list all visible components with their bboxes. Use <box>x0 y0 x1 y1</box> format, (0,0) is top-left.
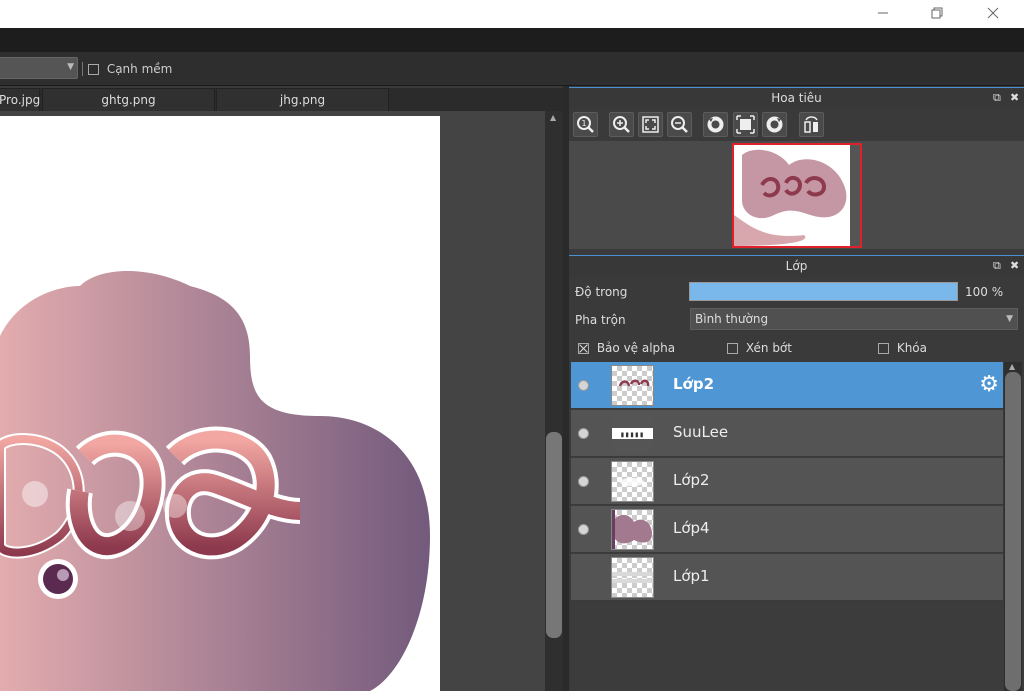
layers-title: Lớp <box>785 259 808 273</box>
scroll-up-icon[interactable]: ▲ <box>1009 362 1015 371</box>
antialias-checkbox-box[interactable] <box>88 64 99 75</box>
artwork <box>0 271 430 691</box>
opacity-slider[interactable] <box>689 282 958 301</box>
flip-icon[interactable] <box>799 112 824 137</box>
layer-name: Lớp4 <box>673 519 710 537</box>
layer-thumbnail <box>611 365 654 406</box>
panel-close-icon[interactable]: ✖ <box>1010 88 1019 108</box>
layer-thumbnail: ▮▮▮▮▮ <box>611 413 654 454</box>
title-bar <box>0 0 1024 28</box>
chevron-down-icon: ▼ <box>67 62 74 72</box>
layer-list-scroll-thumb[interactable] <box>1005 372 1021 691</box>
protect-alpha-box[interactable] <box>578 343 589 354</box>
layer-thumbnail <box>611 461 654 502</box>
antialias-checkbox[interactable]: Cạnh mềm <box>88 62 172 76</box>
clipping-label: Xén bớt <box>745 341 792 355</box>
blend-mode-label: Pha trộn <box>575 313 626 327</box>
zoom-actual-icon[interactable]: 1 <box>573 112 598 137</box>
layer-row[interactable]: Lớp2 ⚙ <box>571 362 1003 409</box>
blend-mode-select[interactable]: Bình thường ▼ <box>690 308 1018 330</box>
blend-mode-value: Bình thường <box>695 312 769 326</box>
layer-row[interactable]: ▮▮▮▮▮ SuuLee <box>571 410 1003 457</box>
protect-alpha-label: Bảo vệ alpha <box>596 341 676 355</box>
svg-text:1: 1 <box>581 119 586 128</box>
navigator-header: Hoa tiêu ⧉ ✖ <box>569 87 1024 109</box>
tab-label: ghtg.png <box>101 93 156 107</box>
zoom-in-icon[interactable] <box>609 112 634 137</box>
svg-text:▮▮▮▮▮: ▮▮▮▮▮ <box>620 430 644 439</box>
visibility-eye-icon[interactable] <box>578 524 589 535</box>
layer-thumbnail <box>611 509 654 550</box>
clipping-box[interactable] <box>727 343 738 354</box>
zoom-out-icon[interactable] <box>667 112 692 137</box>
navigator-thumbnail <box>734 145 860 246</box>
restore-icon[interactable] <box>914 0 960 28</box>
canvas-area[interactable] <box>0 111 545 691</box>
navigator-toolbar: 1 <box>569 109 1024 141</box>
tab-label: Pro.jpg <box>0 93 41 107</box>
layer-thumbnail <box>611 557 654 598</box>
canvas-paper[interactable] <box>0 116 440 691</box>
gear-icon[interactable]: ⚙ <box>979 373 999 397</box>
fit-screen-icon[interactable] <box>733 112 758 137</box>
document-tabs: Pro.jpg ghtg.png jhg.png <box>0 88 568 111</box>
layer-name: Lớp2 <box>673 471 710 489</box>
undock-icon[interactable]: ⧉ <box>993 256 1001 276</box>
layer-row[interactable]: Lớp4 <box>571 506 1003 553</box>
scroll-up-icon[interactable]: ▲ <box>550 113 556 122</box>
lock-label: Khóa <box>896 341 927 355</box>
layer-name: Lớp1 <box>673 567 710 585</box>
layers-header: Lớp ⧉ ✖ <box>569 255 1024 277</box>
tab-document-2[interactable]: ghtg.png <box>42 88 215 111</box>
lock-checkbox[interactable]: Khóa <box>878 341 927 355</box>
brush-mode-select[interactable]: ▼ <box>0 57 78 79</box>
tab-document-1[interactable]: Pro.jpg <box>0 88 40 111</box>
opacity-label: Độ trong <box>575 285 628 299</box>
clipping-checkbox[interactable]: Xén bớt <box>727 341 792 355</box>
toolbar-divider <box>82 62 83 76</box>
visibility-eye-icon[interactable] <box>578 476 589 487</box>
layer-row[interactable]: Lớp1 <box>571 554 1003 601</box>
tab-label: jhg.png <box>279 93 326 107</box>
panel-close-icon[interactable]: ✖ <box>1010 256 1019 276</box>
opacity-value: 100 % <box>965 285 1004 299</box>
layer-list: Lớp2 ⚙ ▮▮▮▮▮ SuuLee Lớp2 Lớp4 Lớp1 <box>571 362 1003 691</box>
tab-document-3[interactable]: jhg.png <box>216 88 389 111</box>
canvas-scroll-thumb[interactable] <box>546 432 562 638</box>
fit-window-icon[interactable] <box>638 112 663 137</box>
layer-name: SuuLee <box>673 423 729 441</box>
close-icon[interactable] <box>970 0 1016 28</box>
menu-bar <box>0 28 1024 52</box>
rotate-left-icon[interactable] <box>703 112 728 137</box>
undock-icon[interactable]: ⧉ <box>993 88 1001 108</box>
rotate-right-icon[interactable] <box>762 112 787 137</box>
layer-row[interactable]: Lớp2 <box>571 458 1003 505</box>
layer-name: Lớp2 <box>673 375 715 393</box>
visibility-eye-icon[interactable] <box>578 428 589 439</box>
navigator-view-rectangle[interactable] <box>732 143 862 248</box>
chevron-down-icon: ▼ <box>1006 314 1013 324</box>
antialias-label: Cạnh mềm <box>106 62 173 76</box>
navigator-title: Hoa tiêu <box>771 91 822 105</box>
minimize-icon[interactable] <box>860 0 906 28</box>
protect-alpha-checkbox[interactable]: Bảo vệ alpha <box>578 341 675 355</box>
visibility-eye-icon[interactable] <box>578 380 589 391</box>
lock-box[interactable] <box>878 343 889 354</box>
